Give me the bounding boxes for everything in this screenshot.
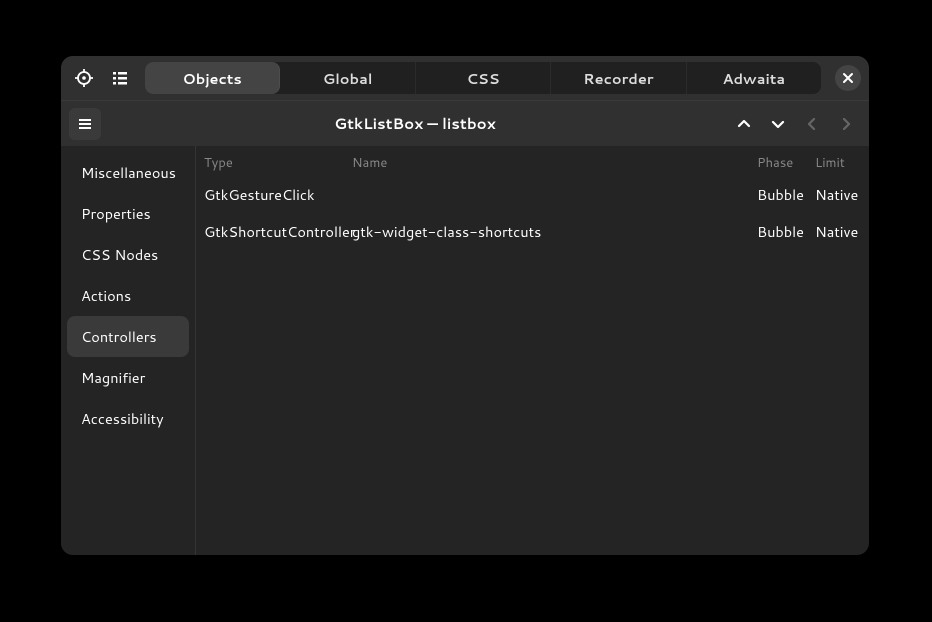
sidebar-item-label: CSS Nodes [81, 244, 158, 265]
sidebar-item-miscellaneous[interactable]: Miscellaneous [67, 152, 189, 193]
tab-adwaita[interactable]: Adwaita [687, 62, 821, 94]
close-button[interactable] [835, 65, 861, 91]
column-header-phase[interactable]: Phase [757, 154, 815, 172]
sidebar: Miscellaneous Properties CSS Nodes Actio… [61, 146, 195, 555]
column-header-name[interactable]: Name [352, 154, 757, 172]
tab-switcher: Objects Global CSS Recorder Adwaita [145, 62, 821, 94]
main-panel: Type Name Phase Limit GtkGestureClick Bu… [195, 146, 869, 555]
sidebar-item-css-nodes[interactable]: CSS Nodes [67, 234, 189, 275]
sidebar-item-label: Magnifier [81, 367, 145, 388]
cell-limit: Native [815, 221, 869, 242]
table-row[interactable]: GtkShortcutController gtk-widget-class-s… [196, 213, 869, 250]
cell-name [352, 184, 757, 205]
nav-back-button[interactable] [797, 109, 827, 139]
nav-down-button[interactable] [763, 109, 793, 139]
nav-forward-button[interactable] [831, 109, 861, 139]
tab-label: Global [323, 68, 373, 89]
menu-button[interactable] [69, 108, 101, 140]
tab-recorder[interactable]: Recorder [551, 62, 686, 94]
sidebar-item-magnifier[interactable]: Magnifier [67, 357, 189, 398]
column-header-limit[interactable]: Limit [815, 154, 869, 172]
tab-label: CSS [467, 68, 500, 89]
sidebar-item-label: Accessibility [81, 408, 164, 429]
tab-label: Objects [183, 68, 242, 89]
table-row[interactable]: GtkGestureClick Bubble Native [196, 176, 869, 213]
nav-group [729, 109, 861, 139]
sidebar-item-actions[interactable]: Actions [67, 275, 189, 316]
sidebar-item-label: Miscellaneous [81, 162, 176, 183]
chevron-left-icon [804, 116, 820, 132]
inspector-window: Objects Global CSS Recorder Adwaita GtkL… [61, 56, 869, 555]
tab-objects[interactable]: Objects [145, 62, 280, 94]
sidebar-item-accessibility[interactable]: Accessibility [67, 398, 189, 439]
content-area: Miscellaneous Properties CSS Nodes Actio… [61, 146, 869, 555]
chevron-up-icon [736, 116, 752, 132]
page-title: GtkListBox — listbox [101, 113, 729, 134]
cell-type: GtkGestureClick [196, 184, 352, 205]
tab-css[interactable]: CSS [416, 62, 551, 94]
sidebar-item-controllers[interactable]: Controllers [67, 316, 189, 357]
tab-label: Adwaita [723, 68, 786, 89]
cell-limit: Native [815, 184, 869, 205]
tab-label: Recorder [583, 68, 653, 89]
table-header: Type Name Phase Limit [196, 146, 869, 176]
cell-name: gtk-widget-class-shortcuts [352, 221, 757, 242]
cell-phase: Bubble [757, 184, 815, 205]
header-bar: Objects Global CSS Recorder Adwaita [61, 56, 869, 100]
tree-icon-button[interactable] [105, 63, 135, 93]
sidebar-item-label: Properties [81, 203, 151, 224]
close-icon [842, 72, 854, 84]
sidebar-item-label: Actions [81, 285, 131, 306]
target-icon-button[interactable] [69, 63, 99, 93]
chevron-right-icon [838, 116, 854, 132]
sidebar-item-properties[interactable]: Properties [67, 193, 189, 234]
cell-type: GtkShortcutController [196, 221, 352, 242]
sidebar-item-label: Controllers [81, 326, 157, 347]
cell-phase: Bubble [757, 221, 815, 242]
nav-up-button[interactable] [729, 109, 759, 139]
tab-global[interactable]: Global [280, 62, 415, 94]
column-header-type[interactable]: Type [196, 154, 352, 172]
chevron-down-icon [770, 116, 786, 132]
sub-header-bar: GtkListBox — listbox [61, 100, 869, 146]
hamburger-icon [77, 116, 93, 132]
